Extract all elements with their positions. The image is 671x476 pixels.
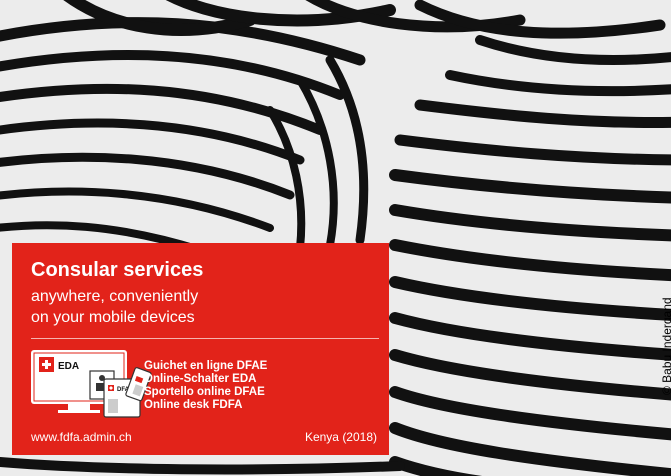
online-desk-name: Online desk FDFA bbox=[144, 399, 243, 411]
swiss-cross-icon bbox=[39, 357, 54, 372]
online-desk-name: Guichet en ligne DFAE bbox=[144, 360, 268, 372]
website-url: www.fdfa.admin.ch bbox=[31, 430, 132, 444]
monitor-label: EDA bbox=[58, 361, 79, 372]
photo-caption: Kenya (2018) bbox=[304, 430, 377, 444]
devices-illustration: EDA DFAE bbox=[30, 349, 152, 419]
poster: Consular services anywhere, conveniently… bbox=[0, 0, 671, 476]
consular-services-card: Consular services anywhere, conveniently… bbox=[12, 243, 389, 455]
online-desk-name: Online-Schalter EDA bbox=[144, 373, 257, 385]
online-desk-name: Sportello online DFAE bbox=[144, 386, 265, 398]
card-title: Consular services bbox=[31, 259, 204, 281]
divider bbox=[31, 338, 379, 339]
card-subtitle-line-2: on your mobile devices bbox=[31, 309, 195, 326]
photo-credit-text: © Babu Indergand bbox=[660, 297, 671, 395]
online-desk-names: Guichet en ligne DFAE Online-Schalter ED… bbox=[144, 360, 267, 412]
card-subtitle-line-1: anywhere, conveniently bbox=[31, 288, 199, 305]
